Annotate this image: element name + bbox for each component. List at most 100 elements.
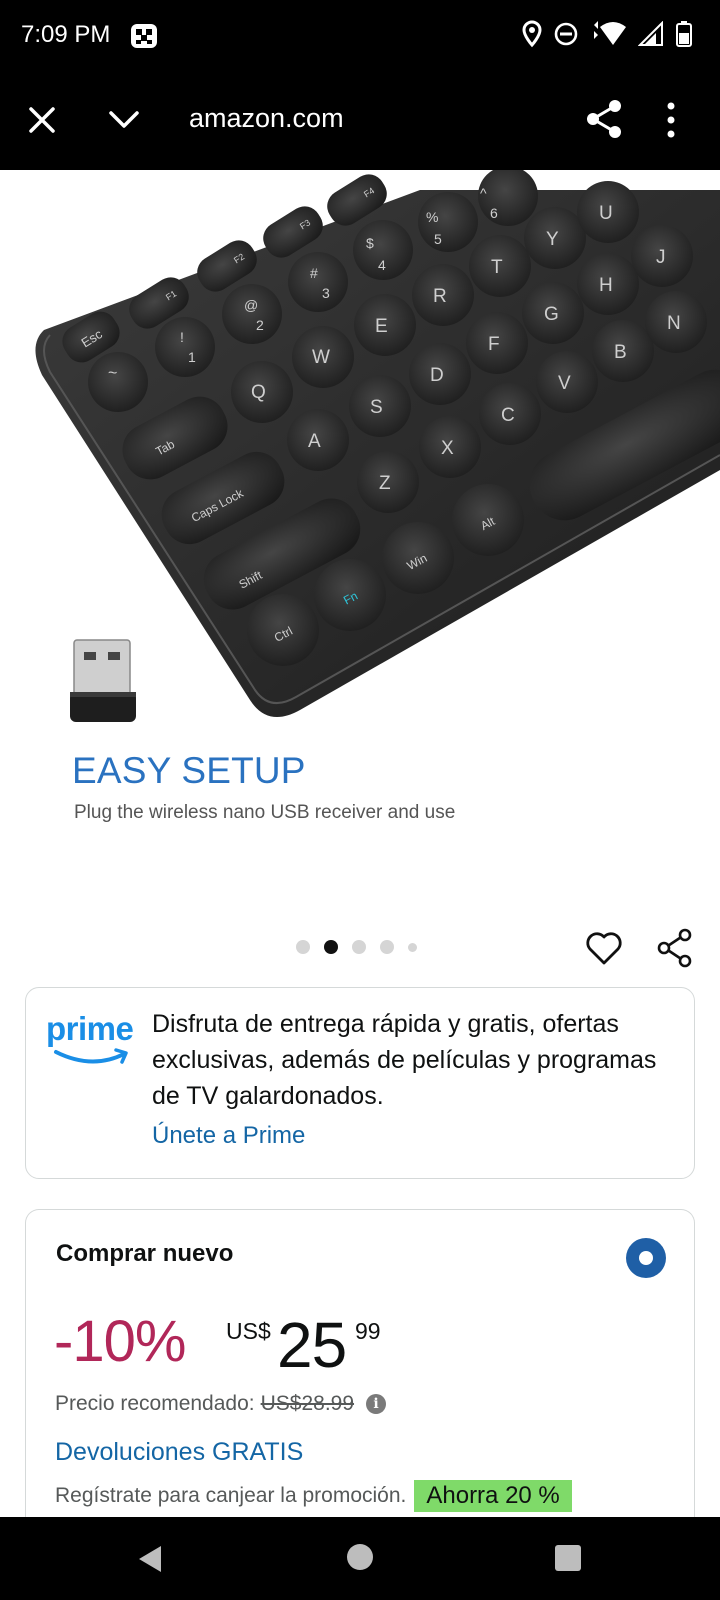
- svg-text:@: @: [244, 297, 258, 313]
- svg-text:E: E: [375, 316, 388, 337]
- share-icon[interactable]: [656, 928, 694, 968]
- browser-toolbar: amazon.com: [0, 70, 720, 170]
- key-h: H: [577, 253, 639, 315]
- discount-percent: -10%: [54, 1309, 186, 1374]
- key-j: J: [631, 225, 693, 287]
- svg-text:~: ~: [108, 365, 117, 382]
- svg-text:W: W: [312, 347, 330, 368]
- prime-smile-icon: [54, 1048, 128, 1064]
- key-3: #3: [288, 252, 348, 312]
- svg-text:B: B: [614, 342, 627, 363]
- price-fraction: 99: [355, 1318, 381, 1344]
- key-a: A: [287, 409, 349, 471]
- status-bar: 7:09 PM: [0, 0, 720, 70]
- carousel-dot[interactable]: [380, 940, 394, 954]
- price-whole: 25: [277, 1309, 347, 1381]
- key-fn: Fn: [314, 559, 386, 631]
- key-c: C: [479, 383, 541, 445]
- list-price-value: US$28.99: [260, 1392, 355, 1415]
- key-tilde: ~: [88, 352, 148, 412]
- svg-text:Y: Y: [546, 229, 559, 250]
- home-icon[interactable]: [347, 1544, 373, 1570]
- key-alt: Alt: [452, 484, 524, 556]
- key-u: U: [577, 181, 639, 243]
- battery-icon: [676, 21, 692, 47]
- list-price-label: Precio recomendado:: [55, 1392, 255, 1415]
- status-time: 7:09 PM: [21, 21, 111, 48]
- free-returns-link[interactable]: Devoluciones GRATIS: [55, 1438, 303, 1467]
- svg-text:$: $: [366, 235, 374, 251]
- svg-text:R: R: [433, 286, 447, 307]
- key-w: W: [292, 326, 354, 388]
- svg-text:#: #: [310, 265, 318, 281]
- svg-text:4: 4: [378, 257, 386, 273]
- carousel-dot[interactable]: [296, 940, 310, 954]
- buy-new-title: Comprar nuevo: [56, 1240, 234, 1267]
- easy-setup-subline: Plug the wireless nano USB receiver and …: [74, 802, 456, 823]
- svg-text:N: N: [667, 313, 681, 334]
- key-r: R: [412, 264, 474, 326]
- key-t: T: [469, 235, 531, 297]
- key-g: G: [522, 282, 584, 344]
- wifi-icon: [594, 21, 626, 45]
- key-y: Y: [524, 207, 586, 269]
- usb-receiver-image: [70, 639, 136, 722]
- key-b: B: [592, 320, 654, 382]
- svg-text:Q: Q: [251, 382, 266, 403]
- svg-text:5: 5: [434, 231, 442, 247]
- list-price-row: Precio recomendado: US$28.99 i: [55, 1392, 387, 1416]
- system-nav-bar: [0, 1517, 720, 1600]
- key-e: E: [354, 294, 416, 356]
- svg-text:X: X: [441, 438, 454, 459]
- key-2: @2: [222, 284, 282, 344]
- svg-text:U: U: [599, 203, 613, 224]
- key-d: D: [409, 343, 471, 405]
- key-n: N: [645, 291, 707, 353]
- product-image[interactable]: Esc F1 F2 F3 F4 ~ ! 1 @2 #3 $4 % 5 ^ 6 Tab …: [0, 170, 720, 900]
- key-4: $4: [353, 220, 413, 280]
- svg-text:G: G: [544, 304, 559, 325]
- buy-new-radio[interactable]: [626, 1238, 666, 1278]
- svg-text:^: ^: [480, 185, 487, 201]
- svg-text:6: 6: [490, 205, 498, 221]
- svg-text:D: D: [430, 365, 444, 386]
- key-win: Win: [382, 522, 454, 594]
- location-icon: [522, 20, 542, 48]
- key-f: F: [466, 312, 528, 374]
- chevron-down-icon[interactable]: [106, 102, 142, 138]
- carousel-indicator: [296, 940, 417, 954]
- recents-icon[interactable]: [555, 1545, 581, 1571]
- svg-text:F: F: [488, 334, 500, 355]
- easy-setup-headline: EASY SETUP: [72, 750, 306, 791]
- svg-text:2: 2: [256, 317, 264, 333]
- svg-text:Z: Z: [379, 473, 391, 494]
- info-icon[interactable]: i: [366, 1394, 387, 1414]
- back-icon[interactable]: [135, 1544, 165, 1574]
- carousel-dot[interactable]: [352, 940, 366, 954]
- join-prime-link[interactable]: Únete a Prime: [152, 1122, 305, 1150]
- svg-text:C: C: [501, 405, 515, 426]
- carousel-dot-active[interactable]: [324, 940, 338, 954]
- url-text[interactable]: amazon.com: [189, 103, 344, 134]
- app-notification-icon: [131, 24, 157, 48]
- buy-new-card: Comprar nuevo -10% US$ 25 99 Precio reco…: [25, 1209, 695, 1539]
- key-q: Q: [231, 361, 293, 423]
- svg-text:S: S: [370, 397, 383, 418]
- heart-icon[interactable]: [585, 930, 623, 966]
- promo-text: Regístrate para canjear la promoción.: [55, 1484, 407, 1507]
- key-x: X: [419, 416, 481, 478]
- promo-row: Regístrate para canjear la promoción. Ah…: [55, 1480, 572, 1512]
- close-icon[interactable]: [24, 102, 60, 138]
- share-icon[interactable]: [584, 98, 624, 140]
- svg-text:T: T: [491, 257, 503, 278]
- svg-text:3: 3: [322, 285, 330, 301]
- more-vert-icon[interactable]: [664, 100, 678, 140]
- signal-icon: [638, 21, 663, 46]
- carousel-dot[interactable]: [408, 942, 417, 952]
- key-s: S: [349, 375, 411, 437]
- key-v: V: [536, 351, 598, 413]
- do-not-disturb-icon: [554, 22, 578, 46]
- promo-badge[interactable]: Ahorra 20 %: [414, 1480, 572, 1512]
- svg-text:!: !: [180, 329, 184, 345]
- key-ctrl: Ctrl: [247, 594, 319, 666]
